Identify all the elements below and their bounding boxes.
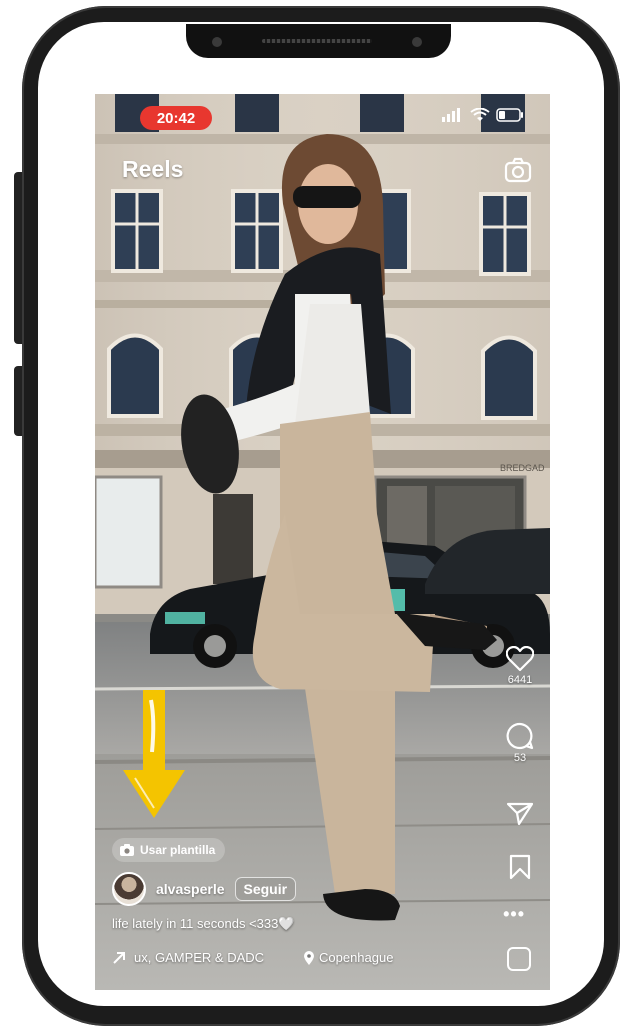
sensor-icon: [412, 37, 422, 47]
wifi-icon: [470, 108, 490, 121]
heart-icon[interactable]: [506, 646, 534, 672]
send-icon[interactable]: [507, 802, 533, 826]
camera-small-icon: [120, 844, 134, 856]
caption[interactable]: life lately in 11 seconds <333🤍: [112, 916, 295, 932]
audio-link[interactable]: ux, GAMPER & DADC: [112, 950, 288, 965]
like-count: 6441: [507, 674, 533, 686]
location-pin-icon: [304, 950, 314, 965]
more-icon[interactable]: •••: [503, 904, 525, 925]
yellow-arrow-annotation: [123, 690, 185, 818]
battery-icon: [496, 108, 523, 122]
bookmark-icon[interactable]: [509, 854, 531, 880]
share-action[interactable]: [490, 802, 550, 826]
avatar[interactable]: [112, 872, 146, 906]
save-action[interactable]: [490, 854, 550, 880]
camera-icon[interactable]: [504, 156, 532, 184]
front-camera-icon: [212, 37, 222, 47]
meta-row: ux, GAMPER & DADC Copenhague: [112, 950, 393, 965]
street-sign-text: BREDGAD: [500, 463, 545, 473]
comment-count: 53: [513, 752, 527, 764]
author-row: alvasperle Seguir: [112, 872, 297, 906]
signal-icon: [442, 108, 460, 122]
location-link[interactable]: Copenhague: [304, 950, 393, 965]
comment-action[interactable]: 53: [490, 722, 550, 764]
status-icons: [442, 108, 524, 122]
audio-thumb-icon[interactable]: [507, 947, 531, 971]
use-template-label: Usar plantilla: [140, 843, 216, 857]
like-action[interactable]: 6441: [490, 646, 550, 686]
trending-arrow-icon: [113, 951, 125, 964]
use-template-button[interactable]: Usar plantilla: [112, 838, 226, 862]
page-title: Reels: [122, 156, 184, 182]
phone-notch: [186, 24, 451, 58]
speaker-grille: [262, 39, 372, 43]
location-name: Copenhague: [319, 950, 394, 965]
follow-button[interactable]: Seguir: [234, 877, 297, 901]
username[interactable]: alvasperle: [156, 881, 225, 897]
audio-title: ux, GAMPER & DADC: [134, 950, 265, 965]
comment-icon[interactable]: [506, 722, 534, 750]
status-time: 20:42: [140, 106, 212, 130]
reels-screen[interactable]: BREDGAD 20:42 Reels 6441 53 ••• Usar pla…: [95, 94, 550, 990]
